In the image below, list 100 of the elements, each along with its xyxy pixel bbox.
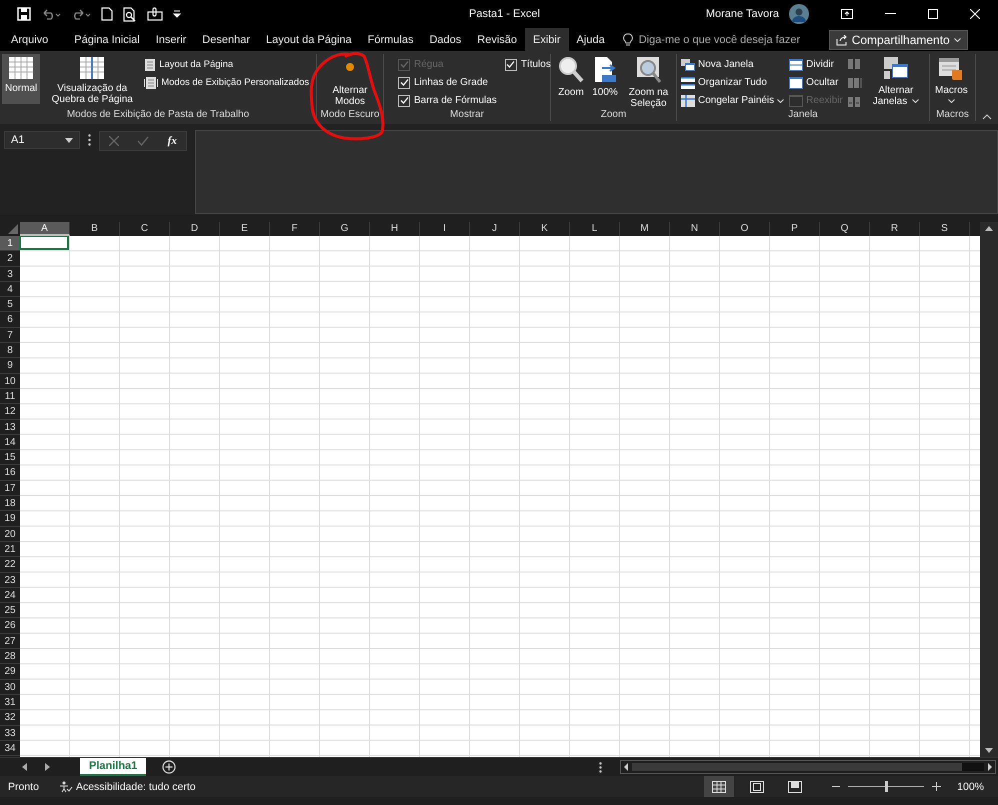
window-option-button[interactable]: Dividir <box>789 57 843 72</box>
view-mode-button[interactable]: Visualização da Quebra de Página <box>41 54 144 107</box>
view-option-button[interactable]: Layout da Página <box>144 57 310 72</box>
group-label: Modos de Exibição de Pasta de Trabalho <box>66 108 250 121</box>
window-option-button[interactable]: Congelar Painéis <box>681 93 784 108</box>
scroll-left-icon[interactable] <box>623 763 629 771</box>
more-options-icon[interactable] <box>599 762 602 772</box>
zoom-button[interactable]: 100% <box>589 54 621 100</box>
reset-position-icon[interactable] <box>848 97 860 107</box>
accessibility-icon <box>58 780 73 792</box>
lightbulb-icon <box>622 32 633 46</box>
row-header[interactable]: 1 <box>0 236 20 252</box>
accessibility-status[interactable]: Acessibilidade: tudo certo <box>58 780 196 792</box>
enter-icon[interactable] <box>137 136 150 146</box>
horizontal-scrollbar[interactable] <box>620 760 996 774</box>
tell-me-field[interactable]: Diga-me o que você deseja fazer <box>638 34 829 46</box>
print-preview-icon[interactable] <box>123 6 137 22</box>
undo-icon[interactable] <box>41 7 61 21</box>
select-all-icon[interactable] <box>8 224 18 234</box>
magnifier-icon <box>558 56 584 84</box>
switch-windows-button[interactable]: Alternar Janelas <box>866 54 925 109</box>
customize-icon[interactable] <box>173 10 181 18</box>
group-label: Janela <box>787 108 819 121</box>
share-icon <box>836 34 848 46</box>
save-icon[interactable] <box>17 7 31 21</box>
minimize-icon[interactable] <box>885 13 896 15</box>
ribbon-tab[interactable]: Layout da Página <box>258 28 360 51</box>
maximize-icon[interactable] <box>928 9 938 19</box>
window-option-button[interactable]: Ocultar <box>789 75 843 90</box>
view-option-button[interactable]: Modos de Exibição Personalizados <box>144 75 310 90</box>
windows-icon <box>882 56 909 82</box>
checkbox[interactable]: Barra de Fórmulas <box>398 93 497 108</box>
scroll-up-icon[interactable] <box>985 226 993 231</box>
page-break-icon <box>79 56 106 80</box>
group-label: Modo Escuro <box>320 108 380 121</box>
group-label: Macros <box>935 108 970 121</box>
side-by-side-icon[interactable] <box>848 59 860 69</box>
window-option-button[interactable]: Nova Janela <box>681 57 784 72</box>
zoom-button[interactable]: Zoom <box>555 54 587 100</box>
page-break-icon <box>788 780 802 792</box>
ribbon-tab[interactable]: Página Inicial <box>56 28 148 51</box>
window-title: Pasta1 - Excel <box>469 8 540 20</box>
zoom-selection-icon <box>636 56 662 84</box>
window-icon <box>789 76 804 88</box>
sheet-tab[interactable]: Planilha1 <box>80 758 146 776</box>
ribbon-tab[interactable]: Inserir <box>148 28 194 51</box>
insert-function-button[interactable]: fx <box>168 135 177 147</box>
checkbox[interactable]: Títulos <box>504 57 551 72</box>
group-label: Mostrar <box>449 108 485 121</box>
zoom-button[interactable]: Zoom na Seleção <box>623 54 674 111</box>
ribbon-tab[interactable]: Ajuda <box>568 28 613 51</box>
grid-icon <box>712 780 726 792</box>
column-header[interactable]: A <box>20 222 70 236</box>
new-document-icon[interactable] <box>101 7 113 21</box>
view-mode-button[interactable]: Normal <box>2 54 40 104</box>
synchronous-scroll-icon[interactable] <box>848 78 862 88</box>
ribbon-display-icon[interactable] <box>841 9 853 19</box>
caret-icon <box>777 98 784 102</box>
page-layout-icon <box>750 780 764 792</box>
dropdown-icon <box>65 138 73 142</box>
grid-icon <box>8 56 34 80</box>
touch-mode-icon[interactable] <box>147 7 163 21</box>
status-text: Pronto <box>8 780 39 792</box>
collapse-ribbon-icon[interactable] <box>982 114 992 120</box>
zoom-level[interactable]: 100% <box>957 780 984 792</box>
view-button[interactable] <box>704 776 734 797</box>
zoom-slider[interactable] <box>885 781 888 792</box>
scroll-down-icon[interactable] <box>985 748 993 753</box>
previous-sheet-icon[interactable] <box>22 763 27 771</box>
ribbon-tab[interactable]: Revisão <box>469 28 526 51</box>
ribbon-tab[interactable]: Desenhar <box>194 28 258 51</box>
caret-icon <box>948 99 955 103</box>
redo-icon[interactable] <box>71 7 91 21</box>
new-window-icon <box>681 58 695 70</box>
window-option-button[interactable]: Organizar Tudo <box>681 75 784 90</box>
next-sheet-icon[interactable] <box>45 763 50 771</box>
user-name[interactable]: Morane Tavora <box>706 8 779 20</box>
macros-button[interactable]: Macros <box>932 54 971 105</box>
ribbon-tab[interactable]: Fórmulas <box>360 28 422 51</box>
macro-sheet-icon <box>938 56 964 82</box>
selected-cell[interactable] <box>19 236 69 250</box>
add-sheet-icon[interactable] <box>162 760 176 774</box>
avatar-icon[interactable] <box>789 4 809 24</box>
cancel-icon[interactable] <box>109 136 120 146</box>
page-icon <box>144 58 156 72</box>
share-button[interactable]: Compartilhamento <box>828 30 968 50</box>
close-icon[interactable] <box>970 9 980 19</box>
ribbon-tab[interactable]: Arquivo <box>3 28 56 51</box>
scrollbar-thumb[interactable] <box>962 763 984 771</box>
group-label: Zoom <box>600 108 628 121</box>
ribbon-tab[interactable]: Exibir <box>525 28 569 51</box>
more-options-icon[interactable] <box>88 134 91 146</box>
name-box[interactable]: A1 <box>4 131 80 149</box>
document-arrow-icon <box>592 56 618 84</box>
toggle-modes-button[interactable]: Alternar Modos <box>322 54 378 109</box>
formula-field[interactable] <box>195 130 998 214</box>
zoom-in-icon[interactable] <box>932 782 942 791</box>
checkbox[interactable]: Linhas de Grade <box>398 75 497 90</box>
ribbon-tab[interactable]: Dados <box>421 28 470 51</box>
scroll-right-icon[interactable] <box>987 763 993 771</box>
